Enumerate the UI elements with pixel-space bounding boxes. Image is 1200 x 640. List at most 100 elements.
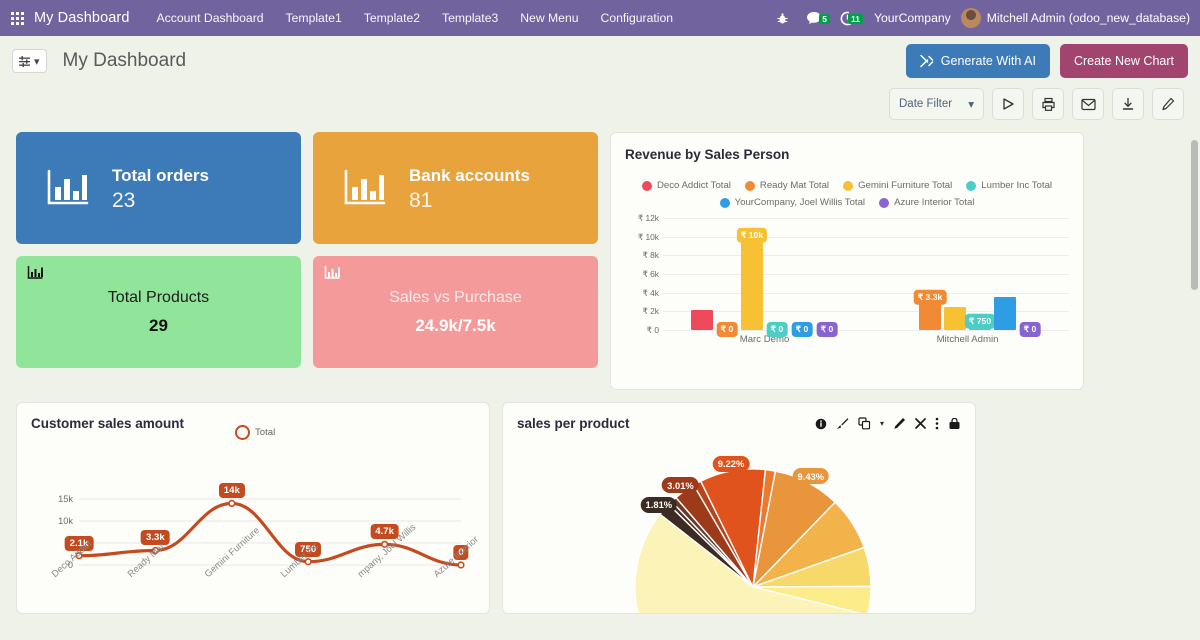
edit-button[interactable] [1152,88,1184,120]
dashboard-row-1: Total orders 23 Bank accounts 81 Total P… [0,120,1200,390]
sparkle-icon [920,54,934,68]
tile-bank-accounts-value: 81 [409,188,433,212]
tile-sales-vs-purchase[interactable]: Sales vs Purchase 24.9k/7.5k [313,256,598,368]
menu-template2[interactable]: Template2 [353,0,431,36]
tile-total-products[interactable]: Total Products 29 [16,256,301,368]
generate-with-ai-button[interactable]: Generate With AI [905,44,1050,78]
dashboard-row-2: Customer sales amount Total 0510k15k 2.1… [0,390,1200,614]
revenue-chart-legend: Deco Addict Total Ready Mat Total Gemini F… [625,180,1069,208]
revenue-chart-title: Revenue by Sales Person [625,147,790,162]
activities-clock-icon[interactable]: 11 [831,11,864,26]
y-tick-label: 15k [58,494,73,504]
top-navbar: My Dashboard Account Dashboard Template1… [0,0,1200,36]
control-panel-top-row: ▾ My Dashboard Generate With AI Create N… [12,44,1188,78]
legend-color-dot [843,180,854,191]
legend-item[interactable]: Azure Interior Total [879,197,974,208]
pie-chart-plot: 1.81%3.01%9.22%9.43%58.18% [603,437,903,613]
tile-total-orders-label: Total orders [112,166,209,186]
tile-bank-accounts-label: Bank accounts [409,166,530,186]
pencil-icon[interactable] [893,417,906,430]
legend-item[interactable]: Gemini Furniture Total [843,180,952,191]
user-menu[interactable]: Mitchell Admin (odoo_new_database) [960,8,1194,28]
activities-count-badge: 11 [847,13,863,24]
bar-value-label: ₹ 0 [816,322,838,337]
email-button[interactable] [1072,88,1104,120]
bar[interactable]: ₹ 750 [964,313,996,330]
menu-configuration[interactable]: Configuration [590,0,685,36]
date-filter-dropdown[interactable]: Date Filter ▾ [889,88,984,120]
create-new-chart-label: Create New Chart [1073,54,1174,68]
control-panel: ▾ My Dashboard Generate With AI Create N… [0,36,1200,120]
view-switcher-button[interactable]: ▾ [12,49,47,73]
legend-item[interactable]: Ready Mat Total [744,180,830,191]
legend-item[interactable]: YourCompany, Joel Willis Total [719,197,866,208]
chevron-down-icon[interactable]: ▾ [880,419,884,428]
kpi-tiles: Total orders 23 Bank accounts 81 Total P… [16,132,598,368]
bar[interactable] [994,297,1016,330]
messages-icon[interactable]: 5 [797,11,831,25]
company-selector[interactable]: YourCompany [864,11,961,25]
legend-label: Ready Mat Total [759,180,830,191]
dashboard-toolbar: Date Filter ▾ [12,88,1188,120]
vertical-scrollbar[interactable] [1191,140,1198,290]
legend-label: Deco Addict Total [656,180,731,191]
bar[interactable] [691,310,713,330]
filter-icon [19,55,30,67]
bar-group: ₹ 0 ₹ 10k ₹ 0 ₹ 0 ₹ 0 [663,218,866,337]
legend-label: Gemini Furniture Total [858,180,953,191]
legend-color-dot [719,197,730,208]
bar[interactable]: ₹ 10k [736,227,768,330]
pie-slice-label: 3.01% [662,477,699,494]
navbar-right: 5 11 YourCompany Mitchell Admin (odoo_ne… [768,8,1200,28]
pie-slice-label: 9.22% [712,455,750,472]
bar-value-label: ₹ 10k [736,227,768,243]
tile-sales-vs-purchase-value: 24.9k/7.5k [415,315,496,335]
tile-total-products-text: Total Products 29 [16,256,301,368]
control-panel-actions: Generate With AI Create New Chart [905,44,1188,78]
copy-icon[interactable] [858,417,871,430]
tile-total-products-label: Total Products [107,288,210,306]
download-button[interactable] [1112,88,1144,120]
pie-slice-label: 9.43% [792,468,830,485]
revenue-chart-plot: ₹ 0 ₹ 2k ₹ 4k ₹ 6k ₹ 8k ₹ 10k ₹ 12k ₹ 0 ₹ 10k ₹ … [625,213,1069,337]
legend-label: YourCompany, Joel Willis Total [734,197,866,208]
bar[interactable]: ₹ 3.3k [913,289,947,330]
brush-icon[interactable] [836,417,849,430]
legend-label: Lumber Inc Total [981,180,1053,191]
lock-icon[interactable] [948,417,961,430]
bug-icon[interactable] [768,12,797,25]
date-filter-label: Date Filter [899,98,953,110]
revenue-chart-grid: ₹ 0 ₹ 10k ₹ 0 ₹ 0 ₹ 0 ₹ 3.3k ₹ 750 ₹ 0 [663,218,1069,337]
legend-item[interactable]: Deco Addict Total [641,180,731,191]
legend-color-dot [879,197,890,208]
run-button[interactable] [992,88,1024,120]
more-vertical-icon[interactable] [935,417,939,430]
bar-chart-icon [344,169,386,205]
revenue-chart-y-axis: ₹ 0 ₹ 2k ₹ 4k ₹ 6k ₹ 8k ₹ 10k ₹ 12k [625,213,659,335]
email-icon [1080,98,1096,110]
user-avatar [960,8,981,28]
bar-group: ₹ 3.3k ₹ 750 ₹ 0 [866,218,1069,337]
menu-template3[interactable]: Template3 [431,0,509,36]
y-tick-label: ₹ 8k [642,250,659,261]
tile-bank-accounts[interactable]: Bank accounts 81 [313,132,598,244]
apps-grid-icon[interactable] [0,11,34,25]
download-icon [1122,97,1134,110]
print-button[interactable] [1032,88,1064,120]
bar-chart-icon [47,169,89,205]
bar[interactable] [944,306,966,330]
tile-total-orders-text: Total orders 23 [112,163,209,213]
tile-total-orders[interactable]: Total orders 23 [16,132,301,244]
bar-value-label: ₹ 0 [716,322,738,337]
brand-title[interactable]: My Dashboard [34,10,146,26]
legend-item[interactable]: Lumber Inc Total [966,180,1052,191]
create-new-chart-button[interactable]: Create New Chart [1059,44,1188,78]
info-icon[interactable] [815,418,827,430]
y-tick-label: ₹ 0 [646,325,659,335]
page-title: My Dashboard [62,50,187,71]
close-icon[interactable] [915,418,926,429]
bar-value-label: ₹ 0 [766,322,788,337]
menu-new-menu[interactable]: New Menu [509,0,589,36]
menu-account-dashboard[interactable]: Account Dashboard [146,0,275,36]
menu-template1[interactable]: Template1 [275,0,353,36]
